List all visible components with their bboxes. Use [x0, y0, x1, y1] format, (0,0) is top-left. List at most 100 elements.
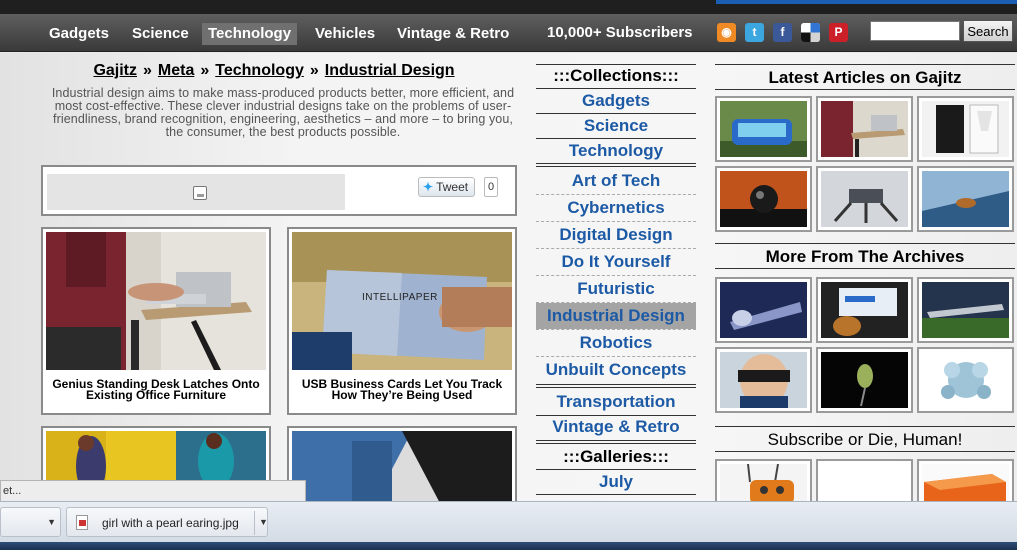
thumb-image [922, 282, 1009, 338]
facebook-icon[interactable]: f [773, 23, 792, 42]
collection-unbuilt-concepts[interactable]: Unbuilt Concepts [536, 357, 696, 383]
article-thumbnail-usb-card: INTELLIPAPER [292, 232, 512, 370]
subscribe-thumb[interactable] [715, 459, 812, 504]
top-accent-bar [716, 0, 1017, 4]
collections-heading: :::Collections::: [553, 66, 679, 85]
archive-thumb[interactable] [715, 277, 812, 343]
delicious-icon[interactable] [801, 23, 820, 42]
thumb-image [720, 352, 807, 408]
download-item-previous[interactable]: ▼ [0, 507, 61, 537]
collection-technology[interactable]: Technology [536, 138, 696, 164]
nav-item-science[interactable]: Science [126, 23, 195, 45]
collection-futuristic[interactable]: Futuristic [536, 276, 696, 302]
thumb-image [720, 464, 807, 502]
latest-thumb[interactable] [715, 96, 812, 162]
article-card[interactable]: INTELLIPAPER USB Business Cards Let You … [287, 227, 517, 415]
tweet-count: 0 [484, 177, 498, 197]
divider [536, 166, 696, 167]
download-filename: girl with a pearl earing.jpg [102, 516, 239, 530]
collection-do-it-yourself[interactable]: Do It Yourself [536, 249, 696, 275]
article-card[interactable]: Genius Standing Desk Latches Onto Existi… [41, 227, 271, 415]
latest-thumb[interactable] [917, 96, 1014, 162]
breadcrumb-meta[interactable]: Meta [158, 62, 194, 79]
card-print-text: INTELLIPAPER [362, 292, 438, 303]
gallery-july[interactable]: July [536, 469, 696, 495]
article-title[interactable]: USB Business Cards Let You Track How The… [293, 378, 511, 401]
nav-item-gadgets[interactable]: Gadgets [43, 23, 115, 45]
divider [536, 494, 696, 495]
collection-art-of-tech[interactable]: Art of Tech [536, 168, 696, 194]
subscribe-thumb[interactable] [816, 459, 913, 504]
thumb-image [821, 464, 908, 502]
divider [536, 64, 696, 65]
collection-transportation[interactable]: Transportation [536, 389, 696, 415]
article-title[interactable]: Genius Standing Desk Latches Onto Existi… [47, 378, 265, 401]
nav-item-technology[interactable]: Technology [202, 23, 298, 45]
status-tooltip: et... [0, 480, 306, 502]
thumb-image [821, 282, 908, 338]
pinterest-icon[interactable]: P [829, 23, 848, 42]
broken-image-icon [193, 186, 207, 200]
archive-thumb[interactable] [816, 347, 913, 413]
thumb-image [922, 464, 1009, 502]
thumb-image [720, 101, 807, 157]
latest-thumb[interactable] [816, 166, 913, 232]
latest-thumb[interactable] [715, 166, 812, 232]
divider [536, 440, 696, 441]
thumb-image [821, 101, 908, 157]
galleries-heading: :::Galleries::: [563, 447, 669, 466]
archive-thumb[interactable] [917, 277, 1014, 343]
collection-vintage-retro[interactable]: Vintage & Retro [536, 414, 696, 440]
latest-thumb[interactable] [816, 96, 913, 162]
twitter-bird-icon: ✦ [423, 180, 434, 194]
search-button[interactable]: Search [963, 20, 1013, 42]
tweet-button[interactable]: ✦ Tweet [418, 177, 476, 197]
thumb-image [821, 171, 908, 227]
latest-articles-heading: Latest Articles on Gajitz [715, 64, 1015, 90]
share-widget-area [47, 174, 345, 210]
rss-icon[interactable]: ◉ [717, 23, 736, 42]
article-thumbnail-bag [292, 431, 512, 507]
collection-robotics[interactable]: Robotics [536, 330, 696, 356]
thumb-image [720, 282, 807, 338]
breadcrumb-separator: » [309, 62, 319, 79]
collection-science[interactable]: Science [536, 113, 696, 139]
divider [254, 511, 255, 535]
latest-thumb[interactable] [917, 166, 1014, 232]
archive-thumb[interactable] [715, 347, 812, 413]
collection-industrial-design[interactable]: Industrial Design [536, 303, 696, 329]
archive-thumb[interactable] [816, 277, 913, 343]
collection-digital-design[interactable]: Digital Design [536, 222, 696, 248]
archive-thumb[interactable] [917, 347, 1014, 413]
thumb-image [922, 171, 1009, 227]
thumb-image [821, 352, 908, 408]
divider [536, 387, 696, 388]
twitter-icon[interactable]: t [745, 23, 764, 42]
windows-taskbar [0, 542, 1017, 550]
thumb-image [720, 171, 807, 227]
category-description: Industrial design aims to make mass-prod… [51, 86, 515, 139]
subscribe-heading: Subscribe or Die, Human! [715, 426, 1015, 452]
download-item[interactable]: girl with a pearl earing.jpg ▼ [66, 507, 268, 537]
divider [536, 384, 696, 385]
chevron-down-icon[interactable]: ▼ [259, 517, 268, 527]
nav-item-vehicles[interactable]: Vehicles [309, 23, 381, 45]
top-strip [0, 0, 1017, 14]
breadcrumb-industrial-design[interactable]: Industrial Design [325, 62, 455, 79]
tweet-label: Tweet [436, 180, 469, 194]
breadcrumb-separator: » [143, 62, 152, 79]
nav-bar: Gadgets Science Technology Vehicles Vint… [0, 14, 1017, 52]
collection-cybernetics[interactable]: Cybernetics [536, 195, 696, 221]
breadcrumb-gajitz[interactable]: Gajitz [93, 62, 137, 79]
archives-heading: More From The Archives [715, 243, 1015, 269]
article-card[interactable] [287, 426, 517, 507]
thumb-image [922, 352, 1009, 408]
breadcrumb-technology[interactable]: Technology [215, 62, 304, 79]
thumb-image [922, 101, 1009, 157]
collection-gadgets[interactable]: Gadgets [536, 88, 696, 114]
nav-item-vintage-retro[interactable]: Vintage & Retro [391, 23, 515, 45]
search-input[interactable] [870, 21, 960, 41]
subscriber-count[interactable]: 10,000+ Subscribers [547, 24, 693, 41]
chevron-down-icon[interactable]: ▼ [47, 517, 56, 527]
subscribe-thumb[interactable] [917, 459, 1014, 504]
